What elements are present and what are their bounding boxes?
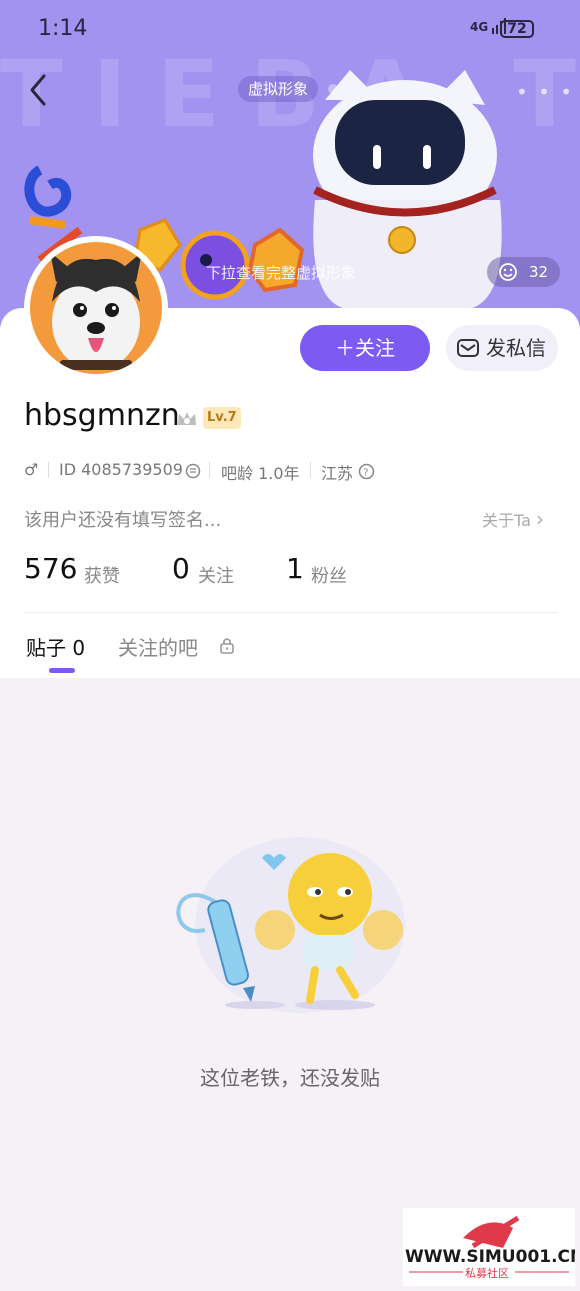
crown-icon bbox=[178, 412, 196, 425]
help-icon[interactable]: ? bbox=[358, 463, 375, 480]
svg-text:?: ? bbox=[363, 468, 368, 479]
fans-count[interactable]: 1 bbox=[286, 552, 304, 585]
user-id: ID 4085739509 bbox=[59, 460, 183, 479]
tab-followed-bars[interactable]: 关注的吧 bbox=[118, 632, 198, 661]
watermark-url: WWW.SIMU001.CN bbox=[405, 1247, 575, 1267]
avatar[interactable] bbox=[30, 242, 162, 374]
signature: 该用户还没有填写签名... bbox=[24, 510, 222, 531]
battery-indicator: 72 bbox=[500, 20, 534, 38]
watermark-graphic: WWW.SIMU001.CN 私募社区 bbox=[405, 1215, 580, 1280]
about-label: 关于Ta bbox=[482, 511, 531, 530]
virtual-avatar-tag[interactable]: 虚拟形象 bbox=[238, 76, 319, 102]
username: hbsgmnzn bbox=[24, 398, 180, 433]
about-link[interactable]: 关于Ta › bbox=[482, 507, 544, 531]
likes-count[interactable]: 576 bbox=[24, 552, 77, 585]
network-type: 4G bbox=[470, 20, 489, 34]
follow-button[interactable]: ＋关注 bbox=[300, 325, 430, 371]
status-time: 1:14 bbox=[38, 16, 88, 41]
pager-dot bbox=[328, 84, 338, 94]
mail-icon bbox=[457, 339, 479, 357]
empty-state-message: 这位老铁，还没发贴 bbox=[200, 1066, 380, 1090]
meta-divider bbox=[209, 462, 210, 478]
plus-icon: ＋ bbox=[335, 336, 355, 360]
smile-icon bbox=[499, 263, 517, 281]
meta-divider bbox=[48, 462, 49, 478]
send-message-label: 发私信 bbox=[486, 336, 546, 360]
avatar-like-chip[interactable]: 32 bbox=[487, 257, 560, 287]
chevron-right-icon: › bbox=[536, 507, 545, 531]
level-badge: Lv.7 bbox=[203, 407, 241, 429]
watermark-logo: WWW.SIMU001.CN 私募社区 bbox=[403, 1208, 580, 1286]
lock-icon bbox=[220, 638, 234, 654]
more-menu-icon[interactable]: • • • bbox=[516, 80, 574, 104]
follow-label: 关注 bbox=[355, 336, 395, 360]
gender-icon: ♂ bbox=[24, 460, 39, 479]
meta-divider bbox=[310, 462, 311, 478]
pull-down-hint: 下拉查看完整虚拟形象 bbox=[206, 264, 357, 282]
send-message-button[interactable]: 发私信 bbox=[446, 325, 558, 371]
active-tab-indicator bbox=[49, 668, 75, 673]
back-arrow-icon[interactable] bbox=[24, 72, 54, 108]
likes-label: 获赞 bbox=[84, 566, 120, 587]
husky-avatar-image bbox=[50, 252, 142, 370]
empty-state-illustration bbox=[176, 837, 405, 1013]
copy-icon[interactable] bbox=[185, 463, 201, 479]
watermark-name: 私募社区 bbox=[465, 1266, 509, 1280]
like-count: 32 bbox=[529, 263, 549, 281]
location: 江苏 bbox=[321, 464, 354, 483]
fans-label: 粉丝 bbox=[311, 566, 347, 587]
tab-posts[interactable]: 贴子 0 bbox=[26, 632, 85, 661]
following-count[interactable]: 0 bbox=[172, 552, 190, 585]
account-age: 吧龄 1.0年 bbox=[221, 464, 300, 483]
following-label: 关注 bbox=[198, 566, 234, 587]
section-divider bbox=[24, 612, 558, 613]
